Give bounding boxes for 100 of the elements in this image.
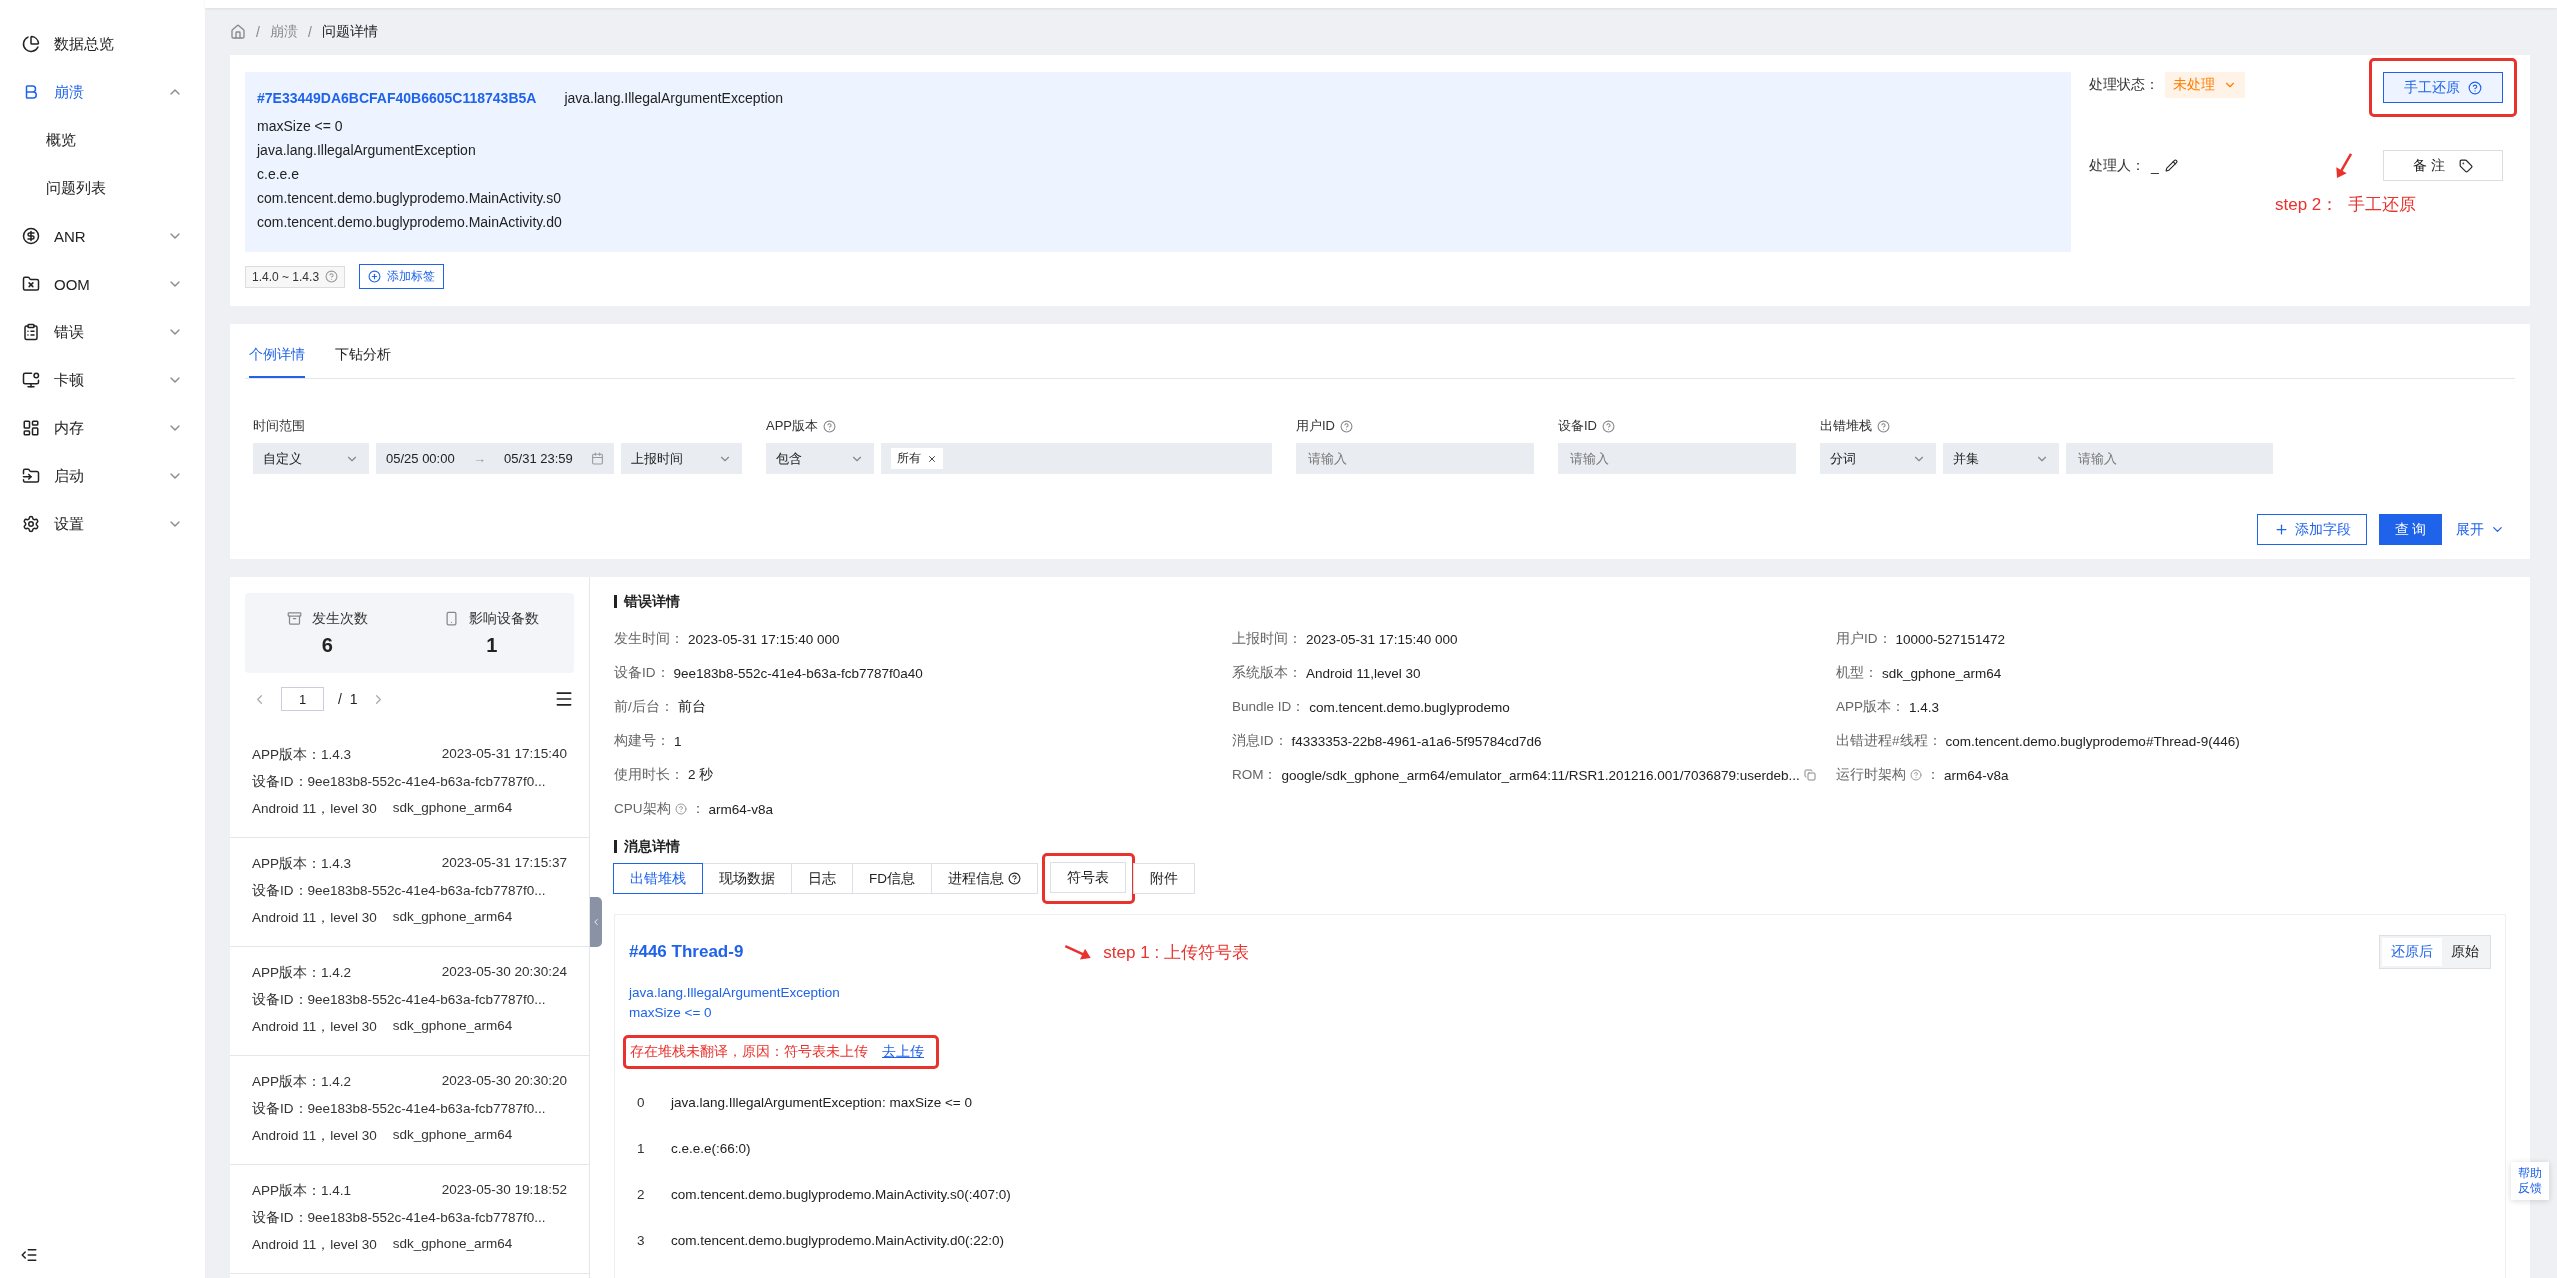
- select-field[interactable]: 分词: [1820, 443, 1936, 474]
- sidebar-item[interactable]: 错误: [0, 308, 205, 356]
- report-list-item[interactable]: APP版本：1.4.2 2023-05-30 20:30:24 设备ID：9ee183b8-552c-41e4-b63a-fcb7787f0... Android 11，level 30 sdk_gphone_arm64: [230, 947, 589, 1056]
- select-field[interactable]: 包含: [766, 443, 874, 474]
- annotation-text: step 1 : 上传符号表: [1103, 941, 1249, 964]
- detail-label: 上报时间：: [1232, 630, 1302, 648]
- home-icon[interactable]: [230, 23, 246, 40]
- text-input[interactable]: 请输入: [1558, 443, 1796, 474]
- message-tab[interactable]: 进程信息: [931, 863, 1038, 894]
- assignee-label: 处理人：: [2089, 156, 2145, 175]
- breadcrumb-separator: /: [256, 23, 260, 40]
- date-range-field[interactable]: 05/25 00:00 → 05/31 23:59: [376, 443, 614, 474]
- assignee-value: _: [2151, 157, 2159, 174]
- page-input[interactable]: 1: [281, 687, 324, 711]
- message-tab[interactable]: 符号表: [1050, 862, 1126, 893]
- sidebar-item[interactable]: 卡顿: [0, 356, 205, 404]
- sidebar-item[interactable]: 内存: [0, 404, 205, 452]
- detail-label: 消息ID：: [1232, 732, 1288, 750]
- message-tab[interactable]: 附件: [1133, 863, 1195, 894]
- filter-label: APP版本: [766, 417, 818, 435]
- add-field-button[interactable]: 添加字段: [2257, 514, 2367, 545]
- collapse-handle[interactable]: [590, 897, 602, 947]
- detail-label: 使用时长：: [614, 766, 684, 784]
- phone-icon: [444, 611, 460, 626]
- annotation-text: step 2： 手工还原: [2275, 195, 2416, 214]
- report-list-item[interactable]: APP版本：1.4.3 2023-05-31 17:15:37 设备ID：9ee183b8-552c-41e4-b63a-fcb7787f0... Android 11，level 30 sdk_gphone_arm64: [230, 838, 589, 947]
- detail-value: arm64-v8a: [708, 801, 774, 817]
- sidebar-item[interactable]: 崩溃: [0, 68, 205, 116]
- frame-index: 3: [637, 1232, 646, 1248]
- section-title: 错误详情: [614, 595, 2506, 608]
- message-tab[interactable]: FD信息: [852, 863, 932, 894]
- detail-label: CPU架构: [614, 800, 671, 818]
- sidebar-subitem[interactable]: 问题列表: [0, 164, 205, 212]
- plus-circle-icon: [368, 270, 382, 283]
- stack-summary-line: c.e.e.e: [257, 165, 301, 184]
- select-field[interactable]: 上报时间: [621, 443, 742, 474]
- stack-summary-line: maxSize <= 0: [257, 117, 344, 136]
- detail-value: 2 秒: [688, 766, 714, 784]
- detail-label: 前/后台：: [614, 698, 674, 716]
- stat-label: 影响设备数: [469, 609, 540, 628]
- sidebar-item[interactable]: ANR: [0, 212, 205, 260]
- warning-text: 存在堆栈未翻译，原因：符号表未上传: [630, 1043, 868, 1061]
- select-field[interactable]: 并集: [1943, 443, 2059, 474]
- add-tag-button[interactable]: 添加标签: [359, 264, 445, 289]
- detail-value: com.tencent.demo.buglyprodemo: [1309, 699, 1510, 715]
- help-icon: [2468, 80, 2482, 95]
- stack-icon: [286, 611, 302, 626]
- pencil-icon[interactable]: [2164, 159, 2178, 172]
- calendar-icon: [591, 452, 604, 465]
- stack-frame: com.tencent.demo.buglyprodemo.MainActivity.d0(:22:0): [671, 1232, 1004, 1248]
- sidebar-item[interactable]: 设置: [0, 500, 205, 548]
- note-button[interactable]: 备 注: [2383, 150, 2503, 181]
- menu-icon[interactable]: [554, 689, 574, 709]
- sidebar-item[interactable]: 启动: [0, 452, 205, 500]
- version-range-tag: 1.4.0 ~ 1.4.3: [245, 265, 346, 288]
- upload-link[interactable]: 去上传: [882, 1043, 924, 1061]
- exception-name: java.lang.IllegalArgumentException: [629, 984, 841, 1002]
- stack-summary-line: com.tencent.demo.buglyprodemo.MainActivity.s0: [257, 189, 562, 208]
- detail-value: com.tencent.demo.buglyprodemo#Thread-9(446): [1945, 733, 2240, 749]
- sidebar-item[interactable]: 数据总览: [0, 20, 205, 68]
- stat-value: 1: [486, 633, 498, 657]
- select-field[interactable]: 自定义: [253, 443, 369, 474]
- detail-value: f4333353-22b8-4961-a1a6-5f95784cd7d6: [1291, 733, 1542, 749]
- tab[interactable]: 个例详情: [249, 336, 305, 378]
- collapse-icon[interactable]: [20, 1246, 38, 1264]
- help-icon: [674, 803, 687, 815]
- stack-frame: com.tencent.demo.buglyprodemo.MainActivity.s0(:407:0): [671, 1186, 1011, 1202]
- message-tab[interactable]: 现场数据: [702, 863, 792, 894]
- help-icon: [325, 270, 339, 283]
- report-list-item[interactable]: APP版本：1.4.2 2023-05-30 20:30:20 设备ID：9ee183b8-552c-41e4-b63a-fcb7787f0... Android 11，level 30 sdk_gphone_arm64: [230, 1056, 589, 1165]
- message-tab[interactable]: 日志: [791, 863, 853, 894]
- detail-value: sdk_gphone_arm64: [1882, 665, 2002, 681]
- text-input[interactable]: 请输入: [1296, 443, 1534, 474]
- text-input[interactable]: 请输入: [2066, 443, 2273, 474]
- detail-label: 运行时架构: [1836, 766, 1906, 784]
- query-button[interactable]: 查 询: [2379, 514, 2442, 545]
- detail-label: 系统版本：: [1232, 664, 1302, 682]
- plus-icon: [2273, 522, 2289, 537]
- view-toggle-option[interactable]: 原始: [2442, 938, 2488, 966]
- copy-icon[interactable]: [1803, 769, 1816, 781]
- detail-value: 2023-05-31 17:15:40 000: [1306, 631, 1458, 647]
- sidebar-subitem[interactable]: 概览: [0, 116, 205, 164]
- tag-select-field[interactable]: 所有: [881, 443, 1272, 474]
- expand-link[interactable]: 展开: [2456, 520, 2505, 539]
- stat-label: 发生次数: [311, 609, 368, 628]
- view-toggle-option[interactable]: 还原后: [2382, 938, 2442, 966]
- report-list-item[interactable]: APP版本：1.4.1 2023-05-30 19:18:52 设备ID：9ee183b8-552c-41e4-b63a-fcb7787f0... Android 11，level 30 sdk_gphone_arm64: [230, 1165, 589, 1274]
- stack-frame: c.e.e.e(:66:0): [671, 1140, 751, 1156]
- manual-restore-button[interactable]: 手工还原: [2383, 72, 2503, 103]
- monitor-icon: [22, 371, 40, 389]
- sidebar-item[interactable]: OOM: [0, 260, 205, 308]
- close-icon[interactable]: [927, 453, 937, 464]
- stack-summary-line: com.tencent.demo.buglyprodemo.MainActivity.d0: [257, 213, 563, 232]
- page-total: / 1: [338, 691, 358, 707]
- report-list-item[interactable]: APP版本：1.4.3 2023-05-31 17:15:40 设备ID：9ee183b8-552c-41e4-b63a-fcb7787f0... Android 11，level 30 sdk_gphone_arm64: [230, 729, 589, 838]
- tab[interactable]: 下钻分析: [335, 336, 391, 378]
- status-label: 处理状态：: [2089, 76, 2159, 94]
- message-tab[interactable]: 出错堆栈: [613, 863, 703, 894]
- help-feedback-button[interactable]: 帮助反馈: [2511, 1162, 2549, 1200]
- tag-icon: [2458, 158, 2473, 173]
